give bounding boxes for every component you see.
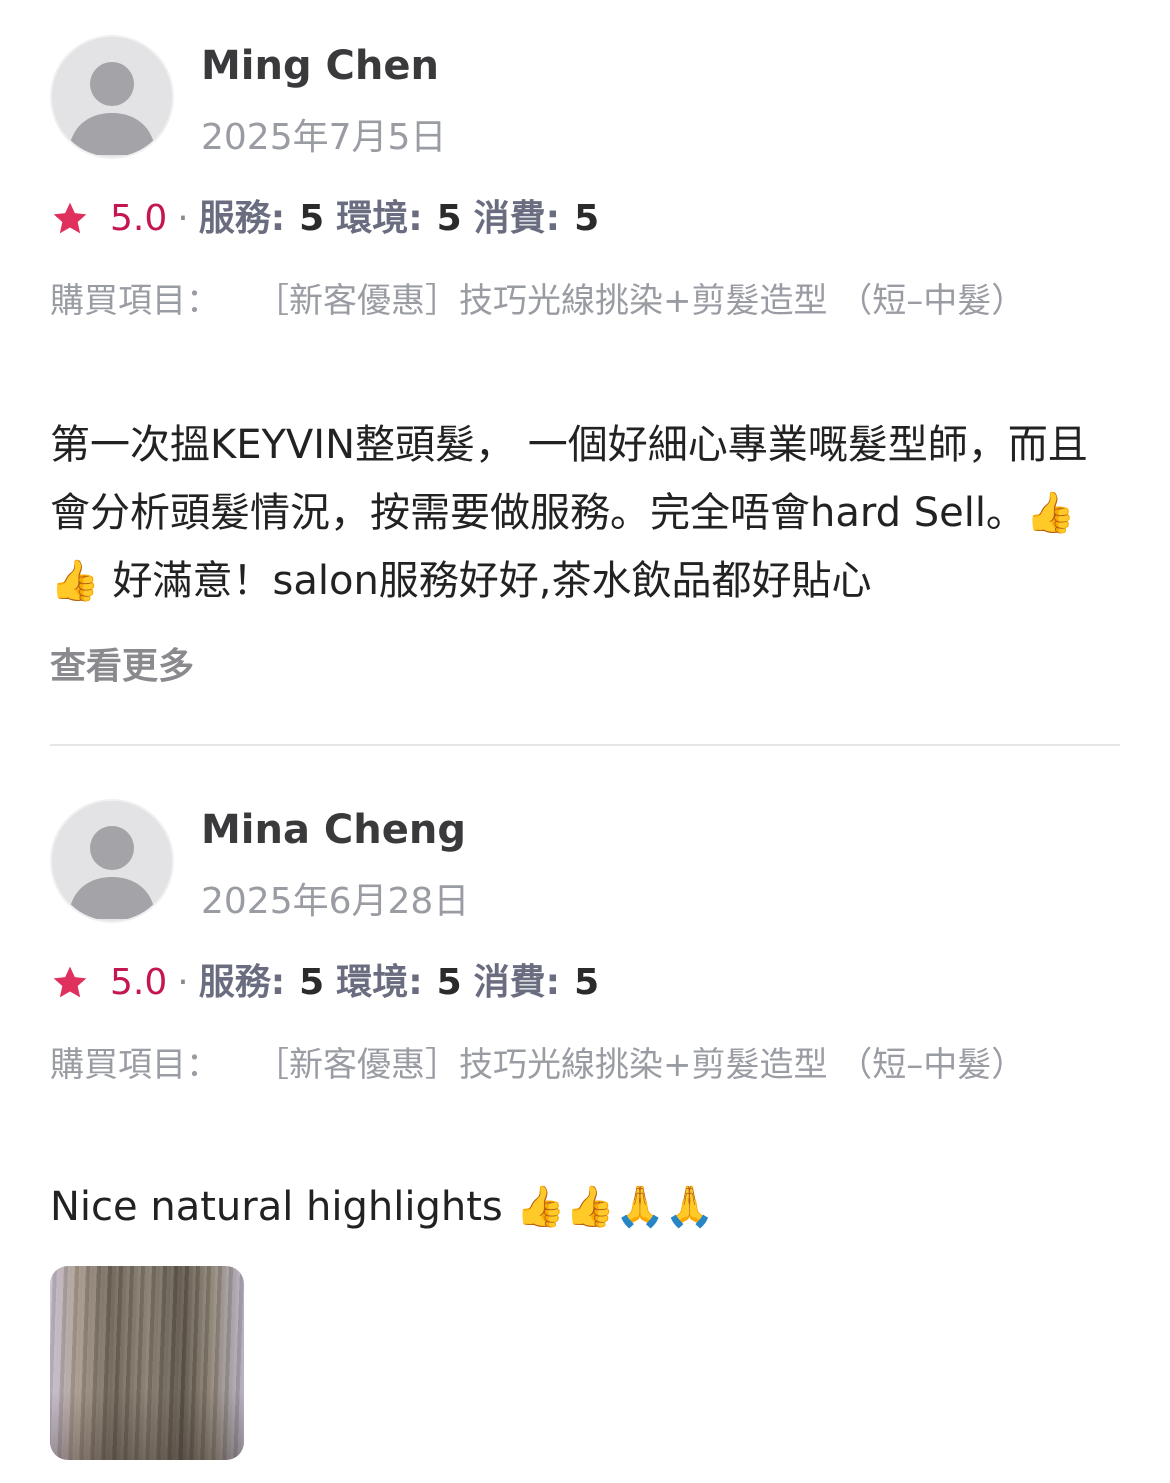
service-score: 5	[299, 198, 325, 239]
review-text: 第一次搵KEYVIN整頭髮， 一個好細心專業嘅髮型師，而且會分析頭髮情況，按需要…	[50, 422, 1088, 604]
review-date: 2025年6月28日	[201, 881, 470, 922]
review-card: Ming Chen 2025年7月5日 5.0 · 服務: 5 環境: 5 消費…	[50, 35, 1120, 695]
purchase-item-name: ［新客優惠］技巧光線挑染+剪髮造型 （短–中髮）	[255, 281, 1026, 321]
separator-dot: ·	[177, 198, 189, 239]
overall-score: 5.0	[110, 962, 168, 1003]
user-avatar-icon[interactable]	[50, 799, 174, 923]
photo-shade	[50, 1390, 244, 1460]
purchased-item: 購買項目： ［新客優惠］技巧光線挑染+剪髮造型 （短–中髮）	[50, 1037, 1110, 1093]
price-score: 5	[574, 962, 600, 1003]
reviewer-name[interactable]: Mina Cheng	[201, 810, 466, 850]
price-score: 5	[574, 198, 600, 239]
reviewer-name[interactable]: Ming Chen	[201, 46, 439, 86]
review-photo-thumbnail[interactable]	[50, 1266, 244, 1460]
environment-score: 5	[436, 198, 462, 239]
environment-score: 5	[436, 962, 462, 1003]
separator-dot: ·	[177, 962, 189, 1003]
star-icon	[53, 202, 87, 234]
service-label: 服務:	[198, 962, 286, 1003]
review-divider	[50, 744, 1120, 746]
review-card: Mina Cheng 2025年6月28日 5.0 · 服務: 5 環境: 5 …	[50, 799, 1120, 1469]
user-avatar-icon[interactable]	[50, 35, 174, 159]
review-text: Nice natural highlights 👍👍🙏🙏	[50, 1184, 715, 1230]
rating-row: 5.0 · 服務: 5 環境: 5 消費: 5	[50, 197, 611, 241]
service-score: 5	[299, 962, 325, 1003]
purchase-label: 購買項目：	[50, 1045, 220, 1085]
price-label: 消費:	[473, 198, 561, 239]
price-label: 消費:	[473, 962, 561, 1003]
overall-score: 5.0	[110, 198, 168, 239]
star-icon	[53, 966, 87, 998]
see-more-link[interactable]: 查看更多	[50, 649, 194, 685]
environment-label: 環境:	[336, 962, 423, 1003]
purchase-item-name: ［新客優惠］技巧光線挑染+剪髮造型 （短–中髮）	[255, 1045, 1026, 1085]
rating-row: 5.0 · 服務: 5 環境: 5 消費: 5	[50, 961, 611, 1005]
review-date: 2025年7月5日	[201, 117, 447, 158]
purchase-label: 購買項目：	[50, 281, 220, 321]
environment-label: 環境:	[336, 198, 423, 239]
service-label: 服務:	[198, 198, 286, 239]
purchased-item: 購買項目： ［新客優惠］技巧光線挑染+剪髮造型 （短–中髮）	[50, 273, 1110, 329]
